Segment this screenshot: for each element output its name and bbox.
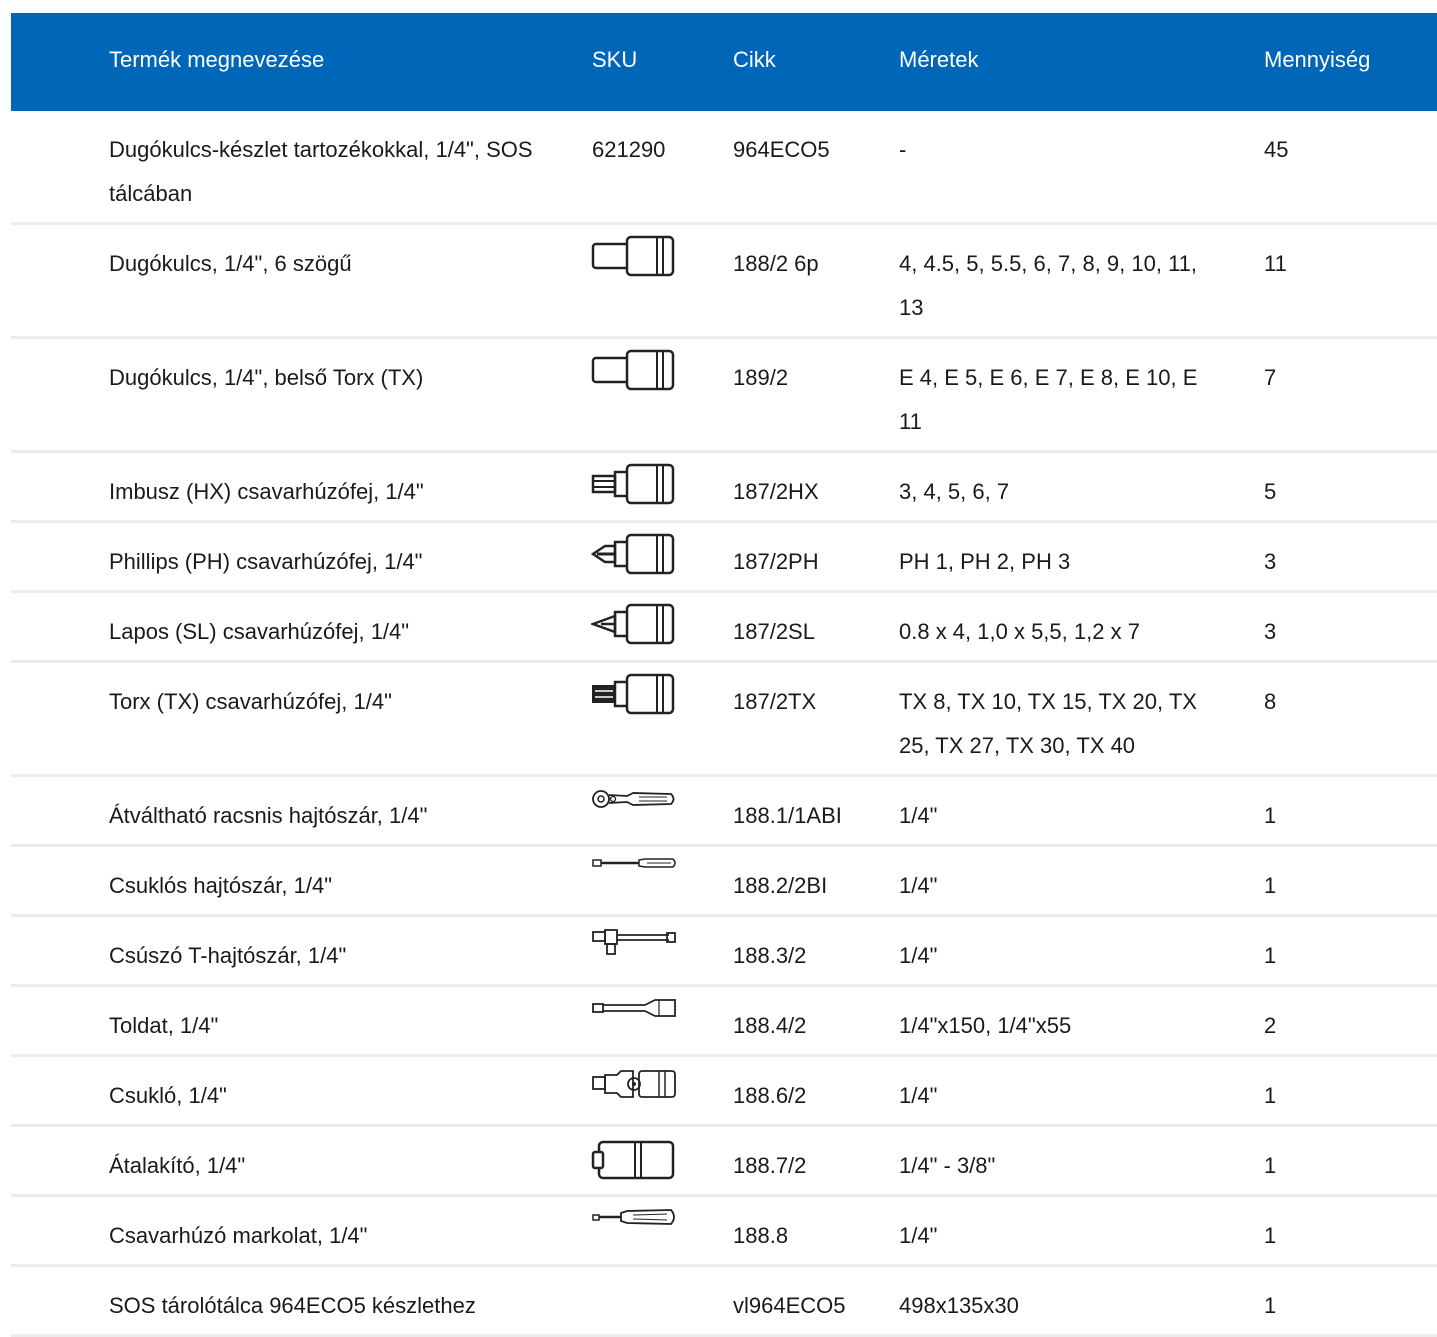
product-dimensions: 3, 4, 5, 6, 7 <box>899 479 1010 504</box>
product-name: Csukló, 1/4" <box>109 1083 227 1108</box>
header-quantity[interactable]: Mennyiség <box>1264 47 1404 73</box>
product-name: Csuklós hajtószár, 1/4" <box>109 873 333 898</box>
hinged-handle-icon <box>591 855 677 871</box>
product-cikk: 189/2 <box>733 365 789 390</box>
product-table: Termék megnevezése SKU Cikk Méretek Menn… <box>11 13 1437 1337</box>
header-dimensions[interactable]: Méretek <box>899 47 1219 73</box>
socket-icon <box>591 349 675 391</box>
product-quantity: 1 <box>1264 1293 1277 1318</box>
product-dimensions: 1/4" <box>899 1083 938 1108</box>
table-row: Dugókulcs, 1/4", 6 szögű 188/2 6p 4, 4.5, … <box>11 225 1437 339</box>
product-cikk: 188.7/2 <box>733 1153 807 1178</box>
product-name: Phillips (PH) csavarhúzófej, 1/4" <box>109 549 423 574</box>
product-quantity: 1 <box>1264 943 1277 968</box>
phillips-bit-socket-icon <box>591 533 675 575</box>
table-row: Phillips (PH) csavarhúzófej, 1/4" 187/2PH… <box>11 523 1437 593</box>
t-handle-icon <box>591 927 677 957</box>
product-cikk: 188.8 <box>733 1223 789 1248</box>
product-dimensions: 1/4" <box>899 873 938 898</box>
product-quantity: 1 <box>1264 1223 1277 1248</box>
product-cikk: 188/2 6p <box>733 251 819 276</box>
product-dimensions: 1/4" <box>899 943 938 968</box>
extension-bar-icon <box>591 997 677 1019</box>
product-quantity: 5 <box>1264 479 1277 504</box>
slotted-bit-socket-icon <box>591 603 675 645</box>
header-sku[interactable]: SKU <box>592 47 712 73</box>
product-quantity: 8 <box>1264 689 1277 714</box>
product-quantity: 11 <box>1264 251 1287 276</box>
table-row: Imbusz (HX) csavarhúzófej, 1/4" 187/2HX 3,… <box>11 453 1437 523</box>
product-name: SOS tárolótálca 964ECO5 készlethez <box>109 1293 476 1318</box>
product-name: Lapos (SL) csavarhúzófej, 1/4" <box>109 619 410 644</box>
header-name[interactable]: Termék megnevezése <box>109 47 549 73</box>
product-name: Átalakító, 1/4" <box>109 1153 246 1178</box>
product-cikk: 187/2SL <box>733 619 815 644</box>
product-quantity: 3 <box>1264 619 1277 644</box>
product-name: Átváltható racsnis hajtószár, 1/4" <box>109 803 428 828</box>
product-cikk: 964ECO5 <box>733 137 830 162</box>
table-row: Dugókulcs-készlet tartozékokkal, 1/4", S… <box>11 111 1437 225</box>
ratchet-icon <box>591 789 677 809</box>
product-dimensions: 1/4" - 3/8" <box>899 1153 996 1178</box>
product-cikk: 187/2TX <box>733 689 817 714</box>
socket-icon <box>591 235 675 277</box>
product-quantity: 1 <box>1264 873 1277 898</box>
torx-bit-socket-icon <box>591 673 675 715</box>
table-row: Toldat, 1/4" 188.4/2 1/4"x150, 1/4"x55 2 <box>11 987 1437 1057</box>
table-row: Átváltható racsnis hajtószár, 1/4" 188.1/… <box>11 777 1437 847</box>
product-cikk: vl964ECO5 <box>733 1293 846 1318</box>
universal-joint-icon <box>591 1067 677 1101</box>
product-quantity: 2 <box>1264 1013 1277 1038</box>
table-row: SOS tárolótálca 964ECO5 készlethez vl964E… <box>11 1267 1437 1337</box>
product-quantity: 1 <box>1264 803 1277 828</box>
product-dimensions: 0.8 x 4, 1,0 x 5,5, 1,2 x 7 <box>899 619 1140 644</box>
product-name: Torx (TX) csavarhúzófej, 1/4" <box>109 689 392 714</box>
product-cikk: 188.2/2BI <box>733 873 828 898</box>
table-row: Csukló, 1/4" 188.6/2 1/4" 1 <box>11 1057 1437 1127</box>
product-name: Dugókulcs-készlet tartozékokkal, 1/4", S… <box>109 137 533 206</box>
table-row: Lapos (SL) csavarhúzófej, 1/4" 187/2SL 0.8… <box>11 593 1437 663</box>
table-header: Termék megnevezése SKU Cikk Méretek Menn… <box>11 13 1437 111</box>
product-quantity: 3 <box>1264 549 1277 574</box>
product-name: Csavarhúzó markolat, 1/4" <box>109 1223 368 1248</box>
product-name: Csúszó T-hajtószár, 1/4" <box>109 943 347 968</box>
product-quantity: 45 <box>1264 137 1289 162</box>
product-dimensions: 1/4" <box>899 1223 938 1248</box>
product-cikk: 188.1/1ABI <box>733 803 842 828</box>
adapter-icon <box>591 1139 675 1181</box>
product-quantity: 7 <box>1264 365 1277 390</box>
product-dimensions: - <box>899 137 907 162</box>
product-dimensions: PH 1, PH 2, PH 3 <box>899 549 1071 574</box>
product-cikk: 187/2PH <box>733 549 819 574</box>
product-dimensions: TX 8, TX 10, TX 15, TX 20, TX 25, TX 27,… <box>899 689 1197 758</box>
table-row: Csavarhúzó markolat, 1/4" 188.8 1/4" 1 <box>11 1197 1437 1267</box>
table-row: Torx (TX) csavarhúzófej, 1/4" 187/2TX TX 8… <box>11 663 1437 777</box>
product-sku: 621290 <box>592 137 666 162</box>
header-cikk[interactable]: Cikk <box>733 47 893 73</box>
table-row: Dugókulcs, 1/4", belső Torx (TX) 189/2 E 4… <box>11 339 1437 453</box>
product-dimensions: E 4, E 5, E 6, E 7, E 8, E 10, E 11 <box>899 365 1198 434</box>
product-name: Imbusz (HX) csavarhúzófej, 1/4" <box>109 479 424 504</box>
screwdriver-handle-icon <box>591 1207 677 1227</box>
table-row: Átalakító, 1/4" 188.7/2 1/4" - 3/8" 1 <box>11 1127 1437 1197</box>
product-name: Dugókulcs, 1/4", belső Torx (TX) <box>109 365 424 390</box>
product-cikk: 188.6/2 <box>733 1083 807 1108</box>
table-row: Csúszó T-hajtószár, 1/4" 188.3/2 1/4" 1 <box>11 917 1437 987</box>
product-dimensions: 1/4" <box>899 803 938 828</box>
product-dimensions: 4, 4.5, 5, 5.5, 6, 7, 8, 9, 10, 11, 13 <box>899 251 1198 320</box>
product-dimensions: 1/4"x150, 1/4"x55 <box>899 1013 1072 1038</box>
product-name: Toldat, 1/4" <box>109 1013 219 1038</box>
table-body: Dugókulcs-készlet tartozékokkal, 1/4", S… <box>11 111 1437 1337</box>
product-cikk: 188.4/2 <box>733 1013 807 1038</box>
product-name: Dugókulcs, 1/4", 6 szögű <box>109 251 352 276</box>
product-dimensions: 498x135x30 <box>899 1293 1019 1318</box>
hex-bit-socket-icon <box>591 463 675 505</box>
product-cikk: 187/2HX <box>733 479 819 504</box>
table-row: Csuklós hajtószár, 1/4" 188.2/2BI 1/4" 1 <box>11 847 1437 917</box>
product-quantity: 1 <box>1264 1083 1277 1108</box>
product-quantity: 1 <box>1264 1153 1277 1178</box>
product-cikk: 188.3/2 <box>733 943 807 968</box>
